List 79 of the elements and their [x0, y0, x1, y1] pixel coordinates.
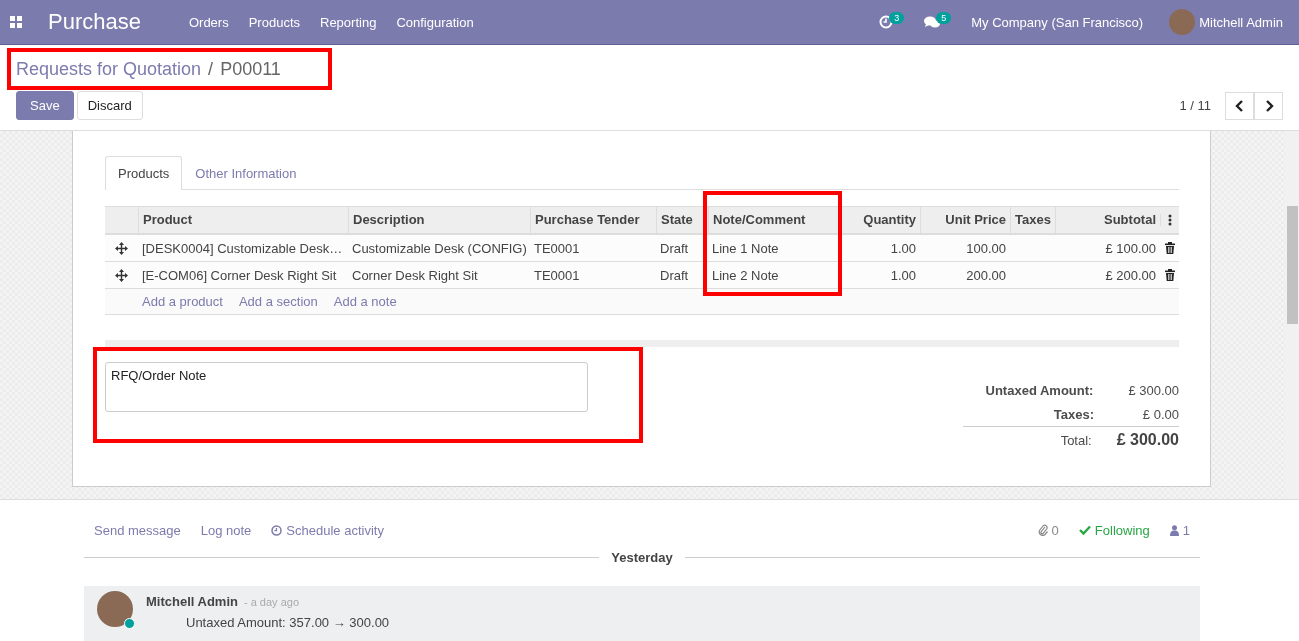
menu-item[interactable]: Reporting: [320, 14, 377, 30]
taxes-label: Taxes:: [1053, 406, 1094, 422]
chevron-right-icon: [1263, 99, 1274, 112]
company-switcher[interactable]: My Company (San Francisco): [971, 14, 1144, 30]
tab[interactable]: Other Information: [182, 156, 310, 190]
clock-icon[interactable]: [879, 15, 894, 29]
table-cell-text: Line 1 Note: [711, 240, 780, 256]
column-header[interactable]: Unit Price: [920, 207, 1010, 233]
scrollbar-thumb[interactable]: [1287, 206, 1298, 324]
save-button[interactable]: Save: [16, 91, 74, 120]
clock-icon: [271, 524, 283, 536]
table-cell-text: 1.00: [889, 240, 917, 256]
attachments-button[interactable]: 0: [1037, 522, 1059, 538]
table-cell-text: £ 200.00: [1104, 267, 1157, 283]
menu-item[interactable]: Configuration: [396, 14, 474, 30]
table-cell-text: [DESK0004] Customizable Desk…: [141, 240, 344, 256]
table-cell-text: Corner Desk Right Sit: [351, 267, 479, 283]
table-cell-text: £ 100.00: [1104, 240, 1157, 256]
column-header[interactable]: Quantity: [840, 207, 920, 233]
table-cell-text: TE0001: [533, 240, 581, 256]
trash-icon[interactable]: [1164, 242, 1175, 254]
trash-icon[interactable]: [1164, 269, 1175, 281]
column-header[interactable]: Taxes: [1010, 207, 1055, 233]
options-icon[interactable]: [1168, 214, 1172, 226]
followers-button[interactable]: 1: [1169, 522, 1190, 538]
total-value: £ 300.00: [1116, 431, 1179, 449]
breadcrumb-current: P00011: [220, 58, 281, 80]
date-separator: Yesterday: [611, 549, 673, 565]
total-label: Total:: [1060, 432, 1092, 448]
table-cell-text: Draft: [659, 240, 690, 256]
message-count-badge: 5: [936, 12, 952, 24]
menu-item[interactable]: Orders: [188, 14, 229, 30]
column-header[interactable]: Note/Comment: [708, 207, 840, 233]
add-line-link[interactable]: Add a product: [142, 294, 223, 309]
table-cell-text: [E-COM06] Corner Desk Right Sit: [141, 267, 338, 283]
column-header[interactable]: State: [656, 207, 708, 233]
user-menu[interactable]: Mitchell Admin: [1199, 14, 1283, 30]
send-message-link[interactable]: Send message: [94, 522, 181, 538]
breadcrumb-link[interactable]: Requests for Quotation: [16, 58, 202, 80]
log-note-link[interactable]: Log note: [200, 522, 252, 538]
add-line-link[interactable]: Add a note: [333, 294, 397, 309]
drag-handle-icon[interactable]: [115, 241, 128, 255]
table-cell-text: 200.00: [965, 267, 1007, 283]
drag-handle-icon[interactable]: [115, 268, 128, 282]
paperclip-icon: [1037, 524, 1048, 536]
column-header[interactable]: Subtotal: [1055, 207, 1160, 233]
chevron-left-icon: [1234, 99, 1245, 112]
online-status-icon: [124, 618, 135, 629]
message-time: - a day ago: [243, 596, 299, 608]
add-line-link[interactable]: Add a section: [238, 294, 318, 309]
table-cell-text: 100.00: [965, 240, 1007, 256]
column-header[interactable]: Description: [348, 207, 530, 233]
table-cell-text: Customizable Desk (CONFIG): [351, 240, 528, 256]
table-cell-text: TE0001: [533, 267, 581, 283]
activity-count-badge: 3: [889, 12, 905, 24]
taxes-value: £ 0.00: [1141, 406, 1179, 422]
tab[interactable]: Products: [105, 156, 183, 190]
checkmark-icon: [1078, 525, 1091, 535]
schedule-activity-link[interactable]: Schedule activity: [271, 522, 384, 538]
table-cell-text: Line 2 Note: [711, 267, 780, 283]
next-button[interactable]: [1254, 91, 1283, 120]
app-name: Purchase: [48, 9, 141, 35]
untaxed-amount-value: £ 300.00: [1128, 382, 1179, 398]
message-text: Untaxed Amount: 357.00 → 300.00: [186, 615, 390, 630]
table-cell-text: 1.00: [889, 267, 917, 283]
untaxed-amount-label: Untaxed Amount:: [985, 382, 1094, 398]
person-icon: [1169, 524, 1179, 536]
note-field[interactable]: RFQ/Order Note: [105, 362, 588, 412]
column-header[interactable]: Product: [138, 207, 348, 233]
apps-menu-icon[interactable]: [10, 16, 22, 28]
following-button[interactable]: Following: [1078, 522, 1150, 538]
pager-value: 1 / 11: [1179, 98, 1211, 113]
column-header[interactable]: Purchase Tender: [530, 207, 656, 233]
table-cell-text: Draft: [659, 267, 690, 283]
message-author: Mitchell Admin: [146, 594, 238, 609]
menu-item[interactable]: Products: [248, 14, 300, 30]
previous-button[interactable]: [1225, 91, 1254, 120]
discard-button[interactable]: Discard: [76, 91, 143, 120]
breadcrumb-separator: /: [208, 58, 214, 80]
